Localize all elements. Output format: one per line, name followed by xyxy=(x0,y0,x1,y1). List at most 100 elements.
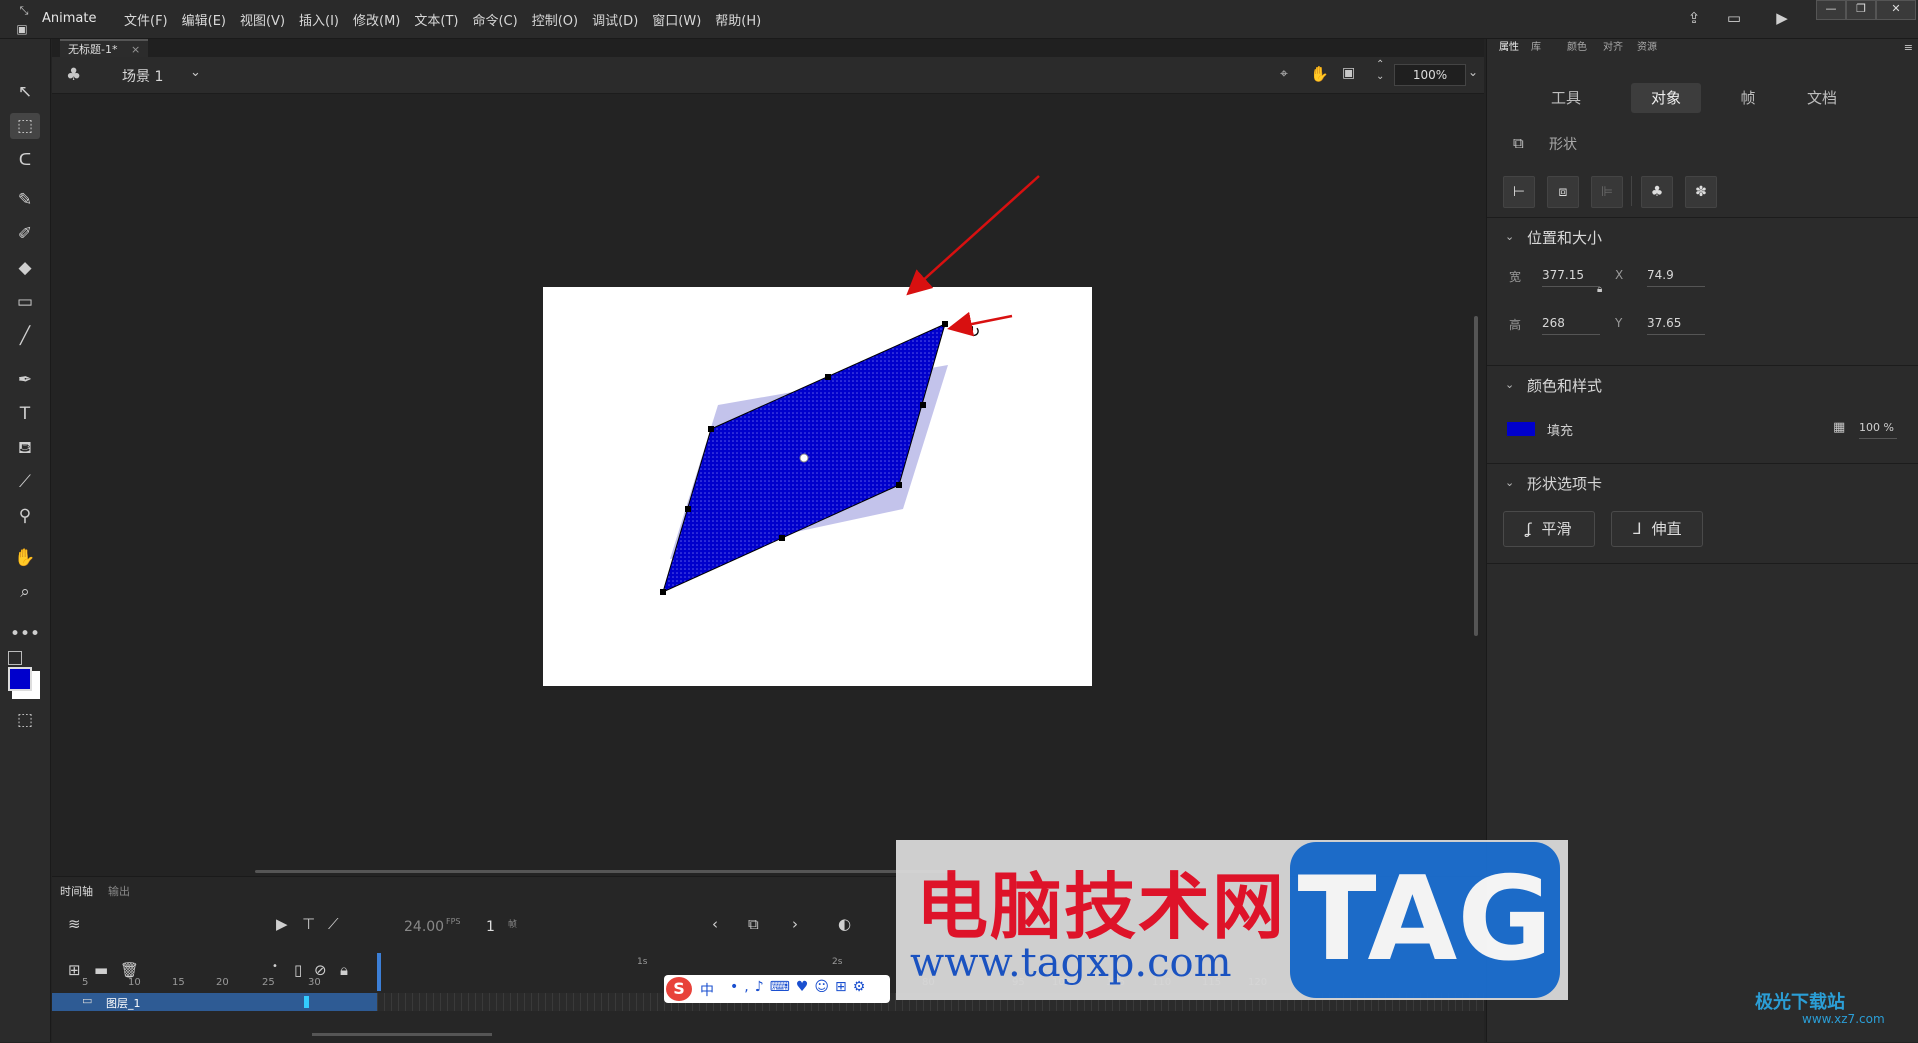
new-layer-icon[interactable]: ⊞ xyxy=(68,961,81,979)
stage-area[interactable]: ↻ xyxy=(52,94,1484,874)
stage-vertical-scrollbar[interactable] xyxy=(1474,316,1478,636)
pen-tool-icon[interactable]: ✒ xyxy=(10,367,40,393)
graph-icon[interactable]: ⟋ xyxy=(328,915,339,933)
convert-to-symbol-icon[interactable]: ⊢ xyxy=(1503,176,1535,208)
insert-keyframe-icon[interactable]: ⧉ xyxy=(748,915,759,933)
add-symbol-icon[interactable]: ✽ xyxy=(1685,176,1717,208)
default-colors-icon[interactable] xyxy=(8,651,22,665)
alpha-input[interactable]: 100 % xyxy=(1859,421,1897,439)
free-transform-tool-icon[interactable]: ⬚ xyxy=(10,113,40,139)
stage-canvas[interactable]: ↻ xyxy=(543,287,1092,686)
panel-menu-icon[interactable]: ≡ xyxy=(1904,41,1913,54)
properties-subtab[interactable]: 帧 xyxy=(1713,83,1783,113)
lock-proportions-icon[interactable]: 🔒︎ xyxy=(1597,284,1602,295)
menu-item[interactable]: 窗口(W) xyxy=(652,10,701,29)
outline-icon[interactable]: ▯ xyxy=(294,961,302,979)
brush-tool-icon[interactable]: ✎ xyxy=(10,187,40,213)
pin-tool-icon[interactable]: ⚲ xyxy=(10,503,40,529)
fill-color-swatch[interactable] xyxy=(8,667,32,691)
minimize-button[interactable]: — xyxy=(1816,0,1846,20)
height-input[interactable]: 268 xyxy=(1542,316,1600,335)
stage-horizontal-scrollbar[interactable] xyxy=(255,870,955,873)
rotate-stage-icon[interactable]: ✋ xyxy=(1310,65,1329,83)
menu-item[interactable]: 文件(F) xyxy=(124,10,168,29)
workspace-icon[interactable]: ▣ xyxy=(12,20,32,38)
current-frame[interactable]: 1 xyxy=(486,919,495,935)
menu-item[interactable]: 命令(C) xyxy=(472,10,517,29)
paint-bucket-tool-icon[interactable]: ⛾ xyxy=(10,435,40,461)
snap-icon[interactable]: ⬚ xyxy=(10,707,40,733)
zoom-dropdown-chevron-icon[interactable]: ⌄ xyxy=(1468,65,1478,79)
menu-item[interactable]: 文本(T) xyxy=(414,10,458,29)
menu-item[interactable]: 视图(V) xyxy=(240,10,285,29)
layer-name[interactable]: 图层_1 xyxy=(106,995,141,1011)
ime-tool-icons[interactable]: •,♪⌨♥☺⊞⚙ xyxy=(730,979,871,995)
onion-skin-icon[interactable]: ◐ xyxy=(838,915,851,933)
scene-symbol-icon[interactable]: ♣ xyxy=(66,65,81,85)
layer-row[interactable]: ▭ 图层_1 xyxy=(52,993,377,1011)
restore-button[interactable]: ❐ xyxy=(1846,0,1876,20)
play-test-icon[interactable]: ▶ xyxy=(1772,9,1792,27)
menu-item[interactable]: 插入(I) xyxy=(299,10,339,29)
properties-subtab[interactable]: 文档 xyxy=(1787,83,1857,113)
menu-item[interactable]: 编辑(E) xyxy=(182,10,226,29)
scene-dropdown-chevron-icon[interactable]: ⌄ xyxy=(190,65,201,80)
transform-center-point[interactable] xyxy=(799,453,809,463)
lasso-tool-icon[interactable]: ᑕ xyxy=(10,147,40,173)
panel-tab[interactable]: 资源 xyxy=(1637,39,1657,57)
window-menu-icon[interactable]: ⤡ xyxy=(14,2,34,20)
smooth-button[interactable]: ʆ 平滑 xyxy=(1503,511,1595,547)
playhead[interactable] xyxy=(377,953,381,991)
more-tools-icon[interactable]: ••• xyxy=(10,621,40,647)
document-tab[interactable]: 无标题-1* × xyxy=(60,39,149,59)
panel-tab[interactable]: 颜色 xyxy=(1567,39,1587,57)
document-tab-close-icon[interactable]: × xyxy=(131,43,140,56)
panel-tab[interactable]: 属性 xyxy=(1499,39,1519,57)
menu-item[interactable]: 帮助(H) xyxy=(715,10,761,29)
width-input[interactable]: 377.15 xyxy=(1542,268,1600,287)
line-tool-icon[interactable]: ╱ xyxy=(10,323,40,349)
camera-icon[interactable]: ▶︎ xyxy=(276,915,288,933)
section-chevron-icon[interactable]: ⌄ xyxy=(1505,230,1514,243)
scene-name[interactable]: 场景 1 xyxy=(122,66,163,86)
highlight-layer-icon[interactable]: • xyxy=(272,961,278,972)
eyedropper-tool-icon[interactable]: ⟋ xyxy=(10,469,40,495)
section-chevron-icon[interactable]: ⌄ xyxy=(1505,476,1514,489)
menu-item[interactable]: 控制(O) xyxy=(532,10,578,29)
properties-subtab[interactable]: 工具 xyxy=(1531,83,1601,113)
fps-value[interactable]: 24.00 xyxy=(404,919,444,935)
lock-layer-icon[interactable]: 🔒︎ xyxy=(340,961,348,979)
timeline-horizontal-scrollbar[interactable] xyxy=(312,1033,492,1036)
zoom-input[interactable]: 100% xyxy=(1394,64,1466,86)
layer-parenting-icon[interactable]: ⊤ xyxy=(302,915,315,933)
fill-color-swatch[interactable] xyxy=(1507,422,1535,436)
center-stage-icon[interactable]: ⌖ xyxy=(1280,66,1288,82)
layers-icon[interactable]: ≋ xyxy=(68,915,81,933)
tab-timeline[interactable]: 时间轴 xyxy=(60,883,93,899)
y-input[interactable]: 37.65 xyxy=(1647,316,1705,335)
ime-language[interactable]: 中 xyxy=(700,980,714,1000)
properties-subtab[interactable]: 对象 xyxy=(1631,83,1701,113)
rectangle-tool-icon[interactable]: ▭ xyxy=(10,289,40,315)
ime-toolbar[interactable]: S 中 •,♪⌨♥☺⊞⚙ xyxy=(664,975,890,1003)
zoom-stepper-icon[interactable]: ⌃ ⌄ xyxy=(1376,59,1384,83)
x-input[interactable]: 74.9 xyxy=(1647,268,1705,287)
selection-tool-icon[interactable]: ↖ xyxy=(10,79,40,105)
layout-icon[interactable]: ▭ xyxy=(1724,9,1744,27)
break-apart-icon[interactable]: ⧈ xyxy=(1547,176,1579,208)
straighten-button[interactable]: ᒧ 伸直 xyxy=(1611,511,1703,547)
zoom-tool-icon[interactable]: ⌕ xyxy=(10,579,40,605)
ime-logo-icon[interactable]: S xyxy=(666,977,692,1001)
panel-tab[interactable]: 对齐 xyxy=(1603,39,1623,57)
next-frame-icon[interactable]: › xyxy=(792,915,798,933)
section-chevron-icon[interactable]: ⌄ xyxy=(1505,378,1514,391)
text-tool-icon[interactable]: T xyxy=(10,401,40,427)
eraser-tool-icon[interactable]: ◆ xyxy=(10,255,40,281)
align-icon[interactable]: ⊫ xyxy=(1591,176,1623,208)
previous-frame-icon[interactable]: ‹ xyxy=(712,915,718,933)
clip-content-icon[interactable]: ▣ xyxy=(1342,65,1355,81)
hand-tool-icon[interactable]: ✋ xyxy=(10,545,40,571)
menu-item[interactable]: 修改(M) xyxy=(353,10,400,29)
tab-output[interactable]: 输出 xyxy=(108,883,130,899)
panel-tab[interactable]: 库 xyxy=(1531,39,1541,57)
